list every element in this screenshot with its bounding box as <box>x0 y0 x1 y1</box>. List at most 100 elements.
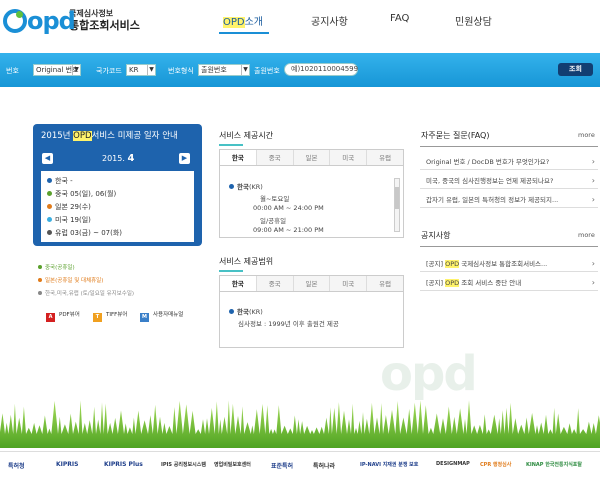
tab-us[interactable]: 미국 <box>330 150 368 165</box>
service-time-box: 한국 중국 일본 미국 유럽 한국(KR) 월~토요일 00:00 AM ~ 2… <box>219 149 404 238</box>
faq-item[interactable]: 갑자기 유럽, 일본의 특허청의 정보가 제공되지... › <box>420 192 598 208</box>
tab-us[interactable]: 미국 <box>330 276 368 291</box>
notice-more-link[interactable]: more <box>578 231 595 239</box>
number-format-label: 번호형식 <box>168 67 194 75</box>
scrollbar[interactable] <box>394 178 400 232</box>
faq-item[interactable]: 미국, 중국의 심사진행정보는 언제 제공되나요? › <box>420 173 598 189</box>
nav-faq[interactable]: FAQ <box>390 13 409 24</box>
chevron-down-icon: ▼ <box>72 65 80 75</box>
nav-notice[interactable]: 공지사항 <box>311 13 348 28</box>
outage-row-cn: 중국 05(일), 06(월) <box>47 189 116 199</box>
service-range-description: 심사정보 : 1999년 이후 출원건 제공 <box>238 320 339 328</box>
number-format-select[interactable]: 출원번호 ▼ <box>198 64 250 76</box>
footer-logo-kipris[interactable]: KIPRIS <box>56 461 78 468</box>
status-dot-icon <box>47 204 52 209</box>
tab-cn[interactable]: 중국 <box>257 150 294 165</box>
logo-org-name: 국제심사정보 <box>69 9 114 18</box>
notice-highlight: OPD <box>445 260 460 268</box>
footer-logo-standard-patent[interactable]: 표준특허 <box>271 461 293 470</box>
user-manual-link[interactable]: M 사용자매뉴얼 <box>140 310 183 322</box>
faq-more-link[interactable]: more <box>578 131 595 139</box>
nav-inquiry[interactable]: 민원상담 <box>455 13 492 28</box>
legend-text: 한국,미국,유럽 (토/일요일 유지보수일) <box>45 291 135 297</box>
logo-service-name: 통합조회서비스 <box>69 19 140 32</box>
chevron-right-icon: › <box>591 157 595 166</box>
month-navigator: ◀ 2015. 4 ▶ <box>42 152 192 166</box>
pdf-viewer-link[interactable]: A PDF뷰어 <box>46 310 80 322</box>
footer-logo-ipis[interactable]: IPIS 공리정보시스템 <box>161 461 206 468</box>
tab-ep[interactable]: 유럽 <box>367 150 403 165</box>
notice-item[interactable]: [공지] OPD 국제심사정보 통합조회서비스... › <box>420 256 598 272</box>
chevron-right-icon: › <box>591 195 595 204</box>
status-dot-icon <box>47 191 52 196</box>
service-range-box: 한국 중국 일본 미국 유럽 한국(KR) 심사정보 : 1999년 이후 출원… <box>219 275 404 348</box>
tab-kr[interactable]: 한국 <box>220 150 257 165</box>
notice-item-text: 조회 서비스 중단 안내 <box>459 279 522 287</box>
nav-opd-highlight: OPD <box>223 17 245 28</box>
service-time-title: 서비스 제공시간 <box>219 131 274 140</box>
search-submit-button[interactable]: 조회 <box>558 63 593 76</box>
site-header: opd 국제심사정보 통합조회서비스 OPD소개 공지사항 FAQ 민원상담 <box>0 0 600 44</box>
outage-text: 미국 19(일) <box>55 216 91 224</box>
opd-watermark-logo: opd <box>380 346 478 402</box>
status-dot-icon <box>229 184 234 189</box>
footer-logo-cpr[interactable]: CPR 행정심사 <box>480 461 511 468</box>
status-dot-icon <box>47 230 52 235</box>
footer-logo-trade-secret[interactable]: 영업비밀보호센터 <box>214 461 251 468</box>
grass-decoration <box>0 398 600 448</box>
tab-jp[interactable]: 일본 <box>294 150 331 165</box>
tiff-viewer-label: TIFF뷰어 <box>106 312 128 318</box>
legend-japan: 일본(공휴일 및 대체휴일) <box>38 276 103 284</box>
outage-panel-title: 2015년 OPD서비스 미제공 일자 안내 <box>41 129 178 141</box>
logo-wordmark: opd <box>27 7 76 35</box>
chevron-left-icon[interactable]: ◀ <box>42 153 53 164</box>
notice-item[interactable]: [공지] OPD 조회 서비스 중단 안내 › <box>420 275 598 291</box>
outage-title-text: 서비스 미제공 일자 안내 <box>91 131 178 141</box>
outage-text: 유럽 03(금) ~ 07(화) <box>55 229 123 237</box>
tab-cn[interactable]: 중국 <box>257 276 294 291</box>
footer-logo-kinap[interactable]: KINAP 한국전통지식포탈 <box>526 461 582 468</box>
manual-icon: M <box>140 313 149 322</box>
footer-logo-patent-nara[interactable]: 특허나라 <box>313 461 335 470</box>
footer-logo-designmap[interactable]: DESIGNMAP <box>436 461 470 467</box>
country-code: (KR) <box>248 183 263 191</box>
scrollbar-thumb[interactable] <box>395 187 399 209</box>
notice-divider <box>420 246 598 247</box>
outage-text: 중국 05(일), 06(월) <box>55 190 117 198</box>
country-code: (KR) <box>248 308 263 316</box>
service-range-country: 한국(KR) <box>229 306 263 316</box>
status-dot-icon <box>47 178 52 183</box>
tab-ep[interactable]: 유럽 <box>367 276 403 291</box>
outage-row-kr: 한국 - <box>47 176 73 186</box>
faq-item[interactable]: Original 번호 / DocDB 번호가 무엇인가요? › <box>420 154 598 170</box>
grass-illustration <box>0 400 600 448</box>
nav-active-indicator <box>219 32 269 34</box>
service-time-country: 한국(KR) <box>229 181 263 191</box>
faq-item-text: 갑자기 유럽, 일본의 특허청의 정보가 제공되지... <box>426 196 559 204</box>
tab-kr[interactable]: 한국 <box>220 276 257 291</box>
number-type-select[interactable]: Original 번호 ▼ <box>33 64 81 76</box>
country-code-select[interactable]: KR ▼ <box>126 64 156 76</box>
footer-logo-ip-navi[interactable]: IP-NAVI 지재권 분쟁 보호 <box>360 461 418 468</box>
tab-jp[interactable]: 일본 <box>294 276 331 291</box>
section-accent-line <box>219 270 243 272</box>
legend-dot-icon <box>38 278 42 282</box>
application-number-label: 출원번호 <box>254 67 280 75</box>
chevron-right-icon: › <box>591 176 595 185</box>
footer-logo-kipo[interactable]: 특허청 <box>8 461 25 470</box>
notice-prefix: [공지] <box>426 260 446 268</box>
chevron-right-icon[interactable]: ▶ <box>179 153 190 164</box>
legend-china: 중국(공휴일) <box>38 263 75 271</box>
outage-row-ep: 유럽 03(금) ~ 07(화) <box>47 228 122 238</box>
notice-title: 공지사항 <box>421 231 451 240</box>
pdf-icon: A <box>46 313 55 322</box>
tiff-viewer-link[interactable]: T TIFF뷰어 <box>93 310 127 322</box>
outage-list: 한국 - 중국 05(일), 06(월) 일본 29(수) 미국 19(일) 유… <box>41 171 194 242</box>
nav-opd-intro[interactable]: OPD소개 <box>223 13 263 28</box>
footer-logo-kipris-plus[interactable]: KIPRIS Plus <box>104 461 143 468</box>
pdf-viewer-label: PDF뷰어 <box>59 312 80 318</box>
site-logo[interactable]: opd 국제심사정보 통합조회서비스 <box>3 6 140 36</box>
country-code-label: 국가코드 <box>96 67 122 75</box>
legend-text: 일본(공휴일 및 대체휴일) <box>45 278 104 284</box>
application-number-input[interactable]: 예)1020110004599 <box>284 63 358 76</box>
